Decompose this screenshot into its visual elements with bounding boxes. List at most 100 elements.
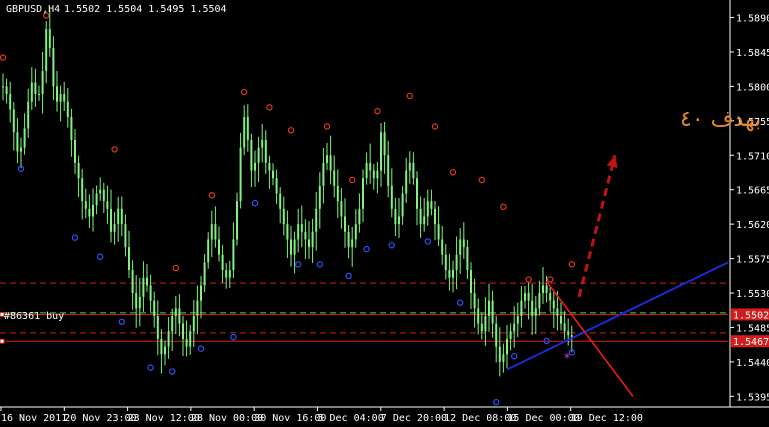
- candle-body: [300, 224, 303, 232]
- y-tick-label: 1.5800: [736, 82, 769, 93]
- candle-body: [340, 201, 343, 217]
- candle-body: [412, 162, 415, 179]
- candle-body: [2, 86, 4, 88]
- candle-body: [556, 308, 559, 316]
- candle-body: [362, 178, 364, 209]
- candle-body: [5, 86, 8, 95]
- y-tick-label: 1.5575: [736, 255, 769, 266]
- candle-body: [95, 193, 98, 205]
- candle-body: [192, 315, 195, 332]
- candle-body: [174, 308, 177, 316]
- candle-body: [545, 285, 548, 294]
- candle-body: [322, 162, 325, 186]
- candle-body: [250, 139, 253, 171]
- candle-body: [401, 193, 404, 217]
- candle-body: [218, 239, 220, 255]
- candle-body: [329, 155, 332, 171]
- candle-body: [99, 189, 102, 194]
- y-tick-label: 1.5710: [736, 151, 769, 162]
- candle-body: [405, 170, 408, 194]
- x-tick-label: 12 Dec 08:00: [444, 413, 516, 424]
- y-tick-label: 1.5665: [736, 186, 769, 197]
- candle-body: [336, 185, 339, 202]
- candle-body: [167, 331, 170, 347]
- candle-body: [30, 82, 33, 102]
- candle-body: [347, 231, 350, 248]
- x-tick-label: 16 Nov 2011: [1, 413, 67, 424]
- candle-body: [232, 239, 235, 271]
- x-tick-label: 7 Dec 20:00: [381, 413, 447, 424]
- candle-body: [419, 208, 422, 225]
- candle-body: [394, 208, 397, 225]
- candle-body: [142, 277, 145, 297]
- candle-body: [513, 323, 516, 332]
- candle-body: [488, 300, 490, 316]
- candle-body: [318, 185, 321, 209]
- candle-body: [459, 239, 462, 255]
- candle-body: [495, 323, 498, 347]
- candle-body: [257, 147, 260, 163]
- candle-body: [455, 254, 458, 271]
- candle-body: [236, 201, 238, 240]
- candle-body: [138, 296, 141, 309]
- x-tick-label: 23 Nov 12:00: [128, 413, 200, 424]
- candle-body: [293, 239, 296, 255]
- candle-body: [23, 128, 26, 148]
- candle-body: [434, 208, 436, 225]
- candle-body: [63, 94, 66, 102]
- y-tick-label: 1.5530: [736, 289, 769, 300]
- candle-body: [207, 239, 210, 263]
- candle-body: [164, 346, 166, 355]
- candle-body: [286, 224, 289, 240]
- candle-body: [297, 224, 300, 240]
- annotation-text: شراء بهدف ٤٠: [680, 107, 769, 132]
- candle-body: [77, 162, 80, 179]
- candle-body: [228, 270, 231, 278]
- candle-body: [477, 308, 480, 324]
- candle-body: [66, 101, 69, 117]
- x-tick-label: 19 Dec 12:00: [571, 413, 643, 424]
- candle-body: [441, 239, 444, 255]
- candle-body: [261, 139, 264, 148]
- candle-body: [182, 323, 184, 339]
- candle-body: [351, 239, 354, 248]
- candle-body: [48, 28, 51, 49]
- candle-body: [520, 300, 523, 316]
- candle-body: [344, 216, 346, 232]
- candle-body: [275, 178, 278, 194]
- candle-body: [41, 71, 44, 95]
- price-chart[interactable]: 1.58901.58451.58001.57551.57101.56651.56…: [0, 0, 769, 427]
- candle-body: [189, 331, 192, 347]
- candle-body: [444, 254, 447, 271]
- candle-body: [383, 132, 386, 156]
- entry-marker-icon: *: [564, 351, 570, 365]
- candle-body: [462, 239, 465, 248]
- candle-body: [498, 346, 501, 362]
- candle-body: [117, 208, 120, 225]
- candle-body: [110, 208, 112, 232]
- candle-body: [56, 86, 58, 102]
- candle-body: [156, 315, 159, 339]
- candle-body: [20, 147, 22, 152]
- candle-body: [452, 270, 454, 278]
- candle-body: [254, 162, 256, 171]
- candle-body: [390, 185, 393, 209]
- candle-body: [279, 193, 282, 209]
- candle-body: [426, 201, 429, 217]
- candle-body: [311, 231, 314, 248]
- candle-body: [563, 323, 566, 332]
- candle-body: [74, 139, 76, 163]
- candle-body: [12, 109, 15, 133]
- y-tick-label: 1.5395: [736, 392, 769, 403]
- candle-body: [70, 116, 73, 140]
- candle-body: [225, 270, 228, 278]
- y-tick-label: 1.5620: [736, 220, 769, 231]
- candle-body: [304, 231, 307, 240]
- candle-body: [135, 293, 138, 309]
- candle-body: [423, 216, 426, 225]
- candle-body: [509, 331, 512, 339]
- candle-body: [282, 208, 285, 225]
- candle-body: [466, 247, 469, 271]
- candle-body: [210, 224, 213, 240]
- candle-body: [372, 170, 375, 179]
